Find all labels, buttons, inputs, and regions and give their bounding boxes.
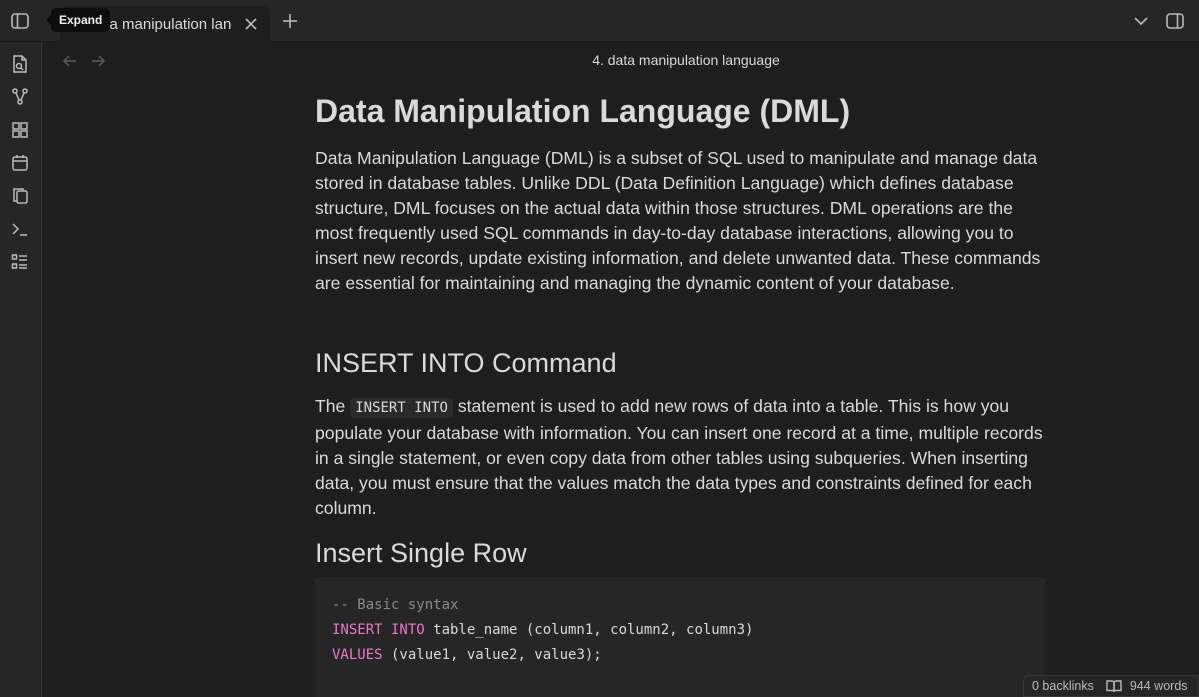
code-keyword-values: VALUES [332,647,383,663]
calendar-icon [12,155,28,171]
expand-tooltip: Expand [45,8,111,32]
inline-code-insert-into: INSERT INTO [350,398,453,418]
word-count: 944 words [1129,679,1188,693]
canvas-button[interactable] [9,119,31,141]
reading-view-toggle[interactable] [1106,679,1122,693]
note-content: Data Manipulation Language (DML) Data Ma… [315,90,1050,582]
templates-button[interactable] [9,185,31,207]
paragraph-insert-into: The INSERT INTO statement is used to add… [315,394,1050,536]
code-text-table: table_name (column1, column2, column3) [424,622,754,638]
sidebar-right-icon [1166,13,1184,29]
plus-icon [283,14,297,28]
close-icon [245,18,257,30]
view-header-title[interactable]: 4. data manipulation language [486,52,886,68]
book-open-icon [1106,680,1122,693]
heading-dml: Data Manipulation Language (DML) [315,93,851,129]
heading-insert-single-row: Insert Single Row [315,538,527,568]
heading-insert-into: INSERT INTO Command [315,348,617,378]
backlinks-count[interactable]: 0 backlinks [1032,679,1094,693]
terminal-icon [12,223,27,236]
code-line-1: -- Basic syntax [332,593,1028,618]
command-palette-button[interactable] [9,218,31,240]
layout-grid-icon [12,122,28,138]
navigate-forward-button[interactable] [90,53,106,69]
daily-note-button[interactable] [9,152,31,174]
outline-button[interactable] [9,251,31,273]
file-search-icon [13,55,27,73]
code-line-2: INSERT INTO table_name (column1, column2… [332,618,1028,643]
code-keyword-insert: INSERT INTO [332,622,425,638]
paragraph-dml-intro: Data Manipulation Language (DML) is a su… [315,148,1041,293]
tab-list-dropdown[interactable] [1132,12,1150,30]
open-quick-switcher-button[interactable] [9,53,31,75]
left-sidebar-toggle[interactable] [8,9,32,33]
copy-icon [13,188,28,204]
graph-view-button[interactable] [9,86,31,108]
paragraph-insert-text-start: The [315,396,351,416]
left-ribbon [0,42,42,697]
graph-icon [12,88,28,105]
status-bar: 0 backlinks 944 words [1023,675,1199,697]
code-line-3: VALUES (value1, value2, value3); [332,643,1028,668]
chevron-down-icon [1134,17,1148,26]
navigate-back-button[interactable] [62,53,78,69]
code-comment: -- Basic syntax [332,597,459,613]
right-sidebar-toggle[interactable] [1163,9,1187,33]
list-checks-icon [11,254,27,269]
arrow-right-icon [92,55,105,67]
tab-bar: 4. data manipulation language [0,0,1199,42]
code-text-values: (value1, value2, value3); [382,647,602,663]
new-tab-button[interactable] [280,11,300,31]
sidebar-left-icon [11,13,29,29]
tab-close-button[interactable] [242,15,260,33]
arrow-left-icon [63,55,76,67]
code-block[interactable]: -- Basic syntax INSERT INTO table_name (… [315,577,1045,697]
